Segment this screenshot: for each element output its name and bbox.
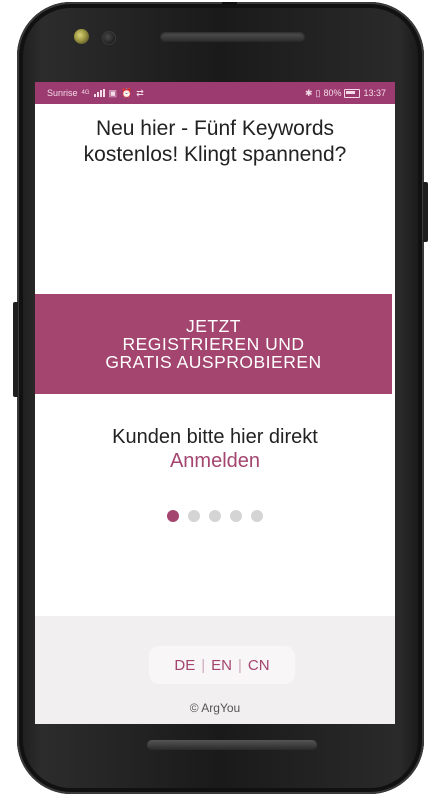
language-switcher: DE | EN | CN (149, 646, 295, 684)
register-button-line-1: JETZT (186, 316, 241, 336)
vibrate-icon: ▯ (315, 87, 321, 98)
app-screen: Sunrise 4G ▣ ⏰ ⇄ ✱ ▯ 80% 13:37 Neu hier … (35, 82, 395, 724)
page-indicator (167, 510, 263, 522)
status-bar: Sunrise 4G ▣ ⏰ ⇄ ✱ ▯ 80% 13:37 (35, 82, 395, 104)
language-cn[interactable]: CN (248, 657, 270, 674)
phone-side-button (13, 302, 18, 397)
signal-icon (93, 89, 105, 97)
page-dot-3[interactable] (209, 510, 221, 522)
clock: 13:37 (363, 88, 386, 98)
welcome-headline: Neu hier - Fünf Keywords kostenlos! Klin… (83, 117, 347, 166)
sensor-icon (102, 31, 116, 45)
phone-bottom-bar (147, 740, 317, 750)
page-dot-4[interactable] (230, 510, 242, 522)
phone-power-button (423, 182, 428, 242)
alarm-icon: ⏰ (121, 87, 133, 98)
bluetooth-icon: ✱ (304, 87, 313, 98)
battery-percent: 80% (323, 88, 342, 98)
language-en[interactable]: EN (211, 657, 232, 674)
footer: DE | EN | CN © ArgYou (35, 616, 395, 724)
earpiece-speaker (160, 32, 305, 42)
register-button[interactable]: JETZT REGISTRIEREN UND GRATIS AUSPROBIER… (35, 294, 392, 394)
sync-icon: ⇄ (136, 87, 144, 98)
carrier-label: Sunrise (47, 88, 78, 98)
register-button-line-2: REGISTRIEREN UND (122, 334, 305, 354)
network-label: 4G (81, 90, 90, 96)
register-button-line-3: GRATIS AUSPROBIEREN (105, 352, 322, 372)
battery-icon (344, 88, 361, 98)
front-camera-icon (74, 29, 89, 44)
page-dot-2[interactable] (188, 510, 200, 522)
login-prompt: Kunden bitte hier direkt Anmelden (35, 425, 395, 473)
page-dot-1[interactable] (167, 510, 179, 522)
login-link[interactable]: Anmelden (170, 450, 260, 472)
copyright-text: © ArgYou (189, 701, 241, 715)
phone-top-notch (222, 2, 237, 6)
language-separator: | (238, 656, 242, 674)
page-dot-5[interactable] (251, 510, 263, 522)
login-prompt-text: Kunden bitte hier direkt (112, 426, 318, 448)
nfc-icon: ▣ (108, 87, 118, 98)
language-separator: | (201, 656, 206, 674)
language-de[interactable]: DE (174, 657, 195, 674)
